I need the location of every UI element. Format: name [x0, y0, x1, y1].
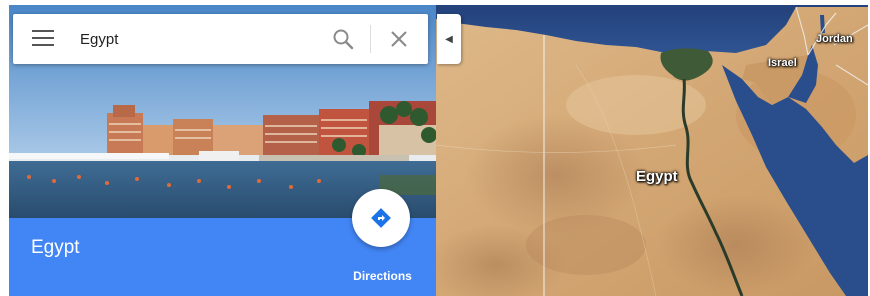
directions-button[interactable] — [352, 189, 410, 247]
search-divider — [370, 25, 371, 53]
map-label-country: Egypt — [636, 168, 678, 185]
chevron-left-icon: ◀ — [445, 33, 453, 45]
directions-label[interactable]: Directions — [335, 269, 430, 283]
map-label-jordan: Jordan — [816, 33, 853, 45]
search-input[interactable] — [80, 27, 320, 51]
map-imagery — [436, 5, 868, 296]
satellite-map[interactable]: Egypt Jordan Israel — [436, 5, 868, 296]
place-title: Egypt — [31, 237, 80, 258]
search-box — [13, 14, 428, 64]
search-icon[interactable] — [332, 28, 354, 50]
hamburger-menu-icon[interactable] — [32, 30, 54, 48]
map-label-israel: Israel — [768, 57, 797, 69]
close-icon[interactable] — [389, 29, 409, 49]
collapse-panel-button[interactable]: ◀ — [437, 14, 461, 64]
directions-icon — [371, 208, 391, 228]
maps-window: Egypt Jordan Israel Egypt Directions ◀ E… — [0, 0, 870, 296]
